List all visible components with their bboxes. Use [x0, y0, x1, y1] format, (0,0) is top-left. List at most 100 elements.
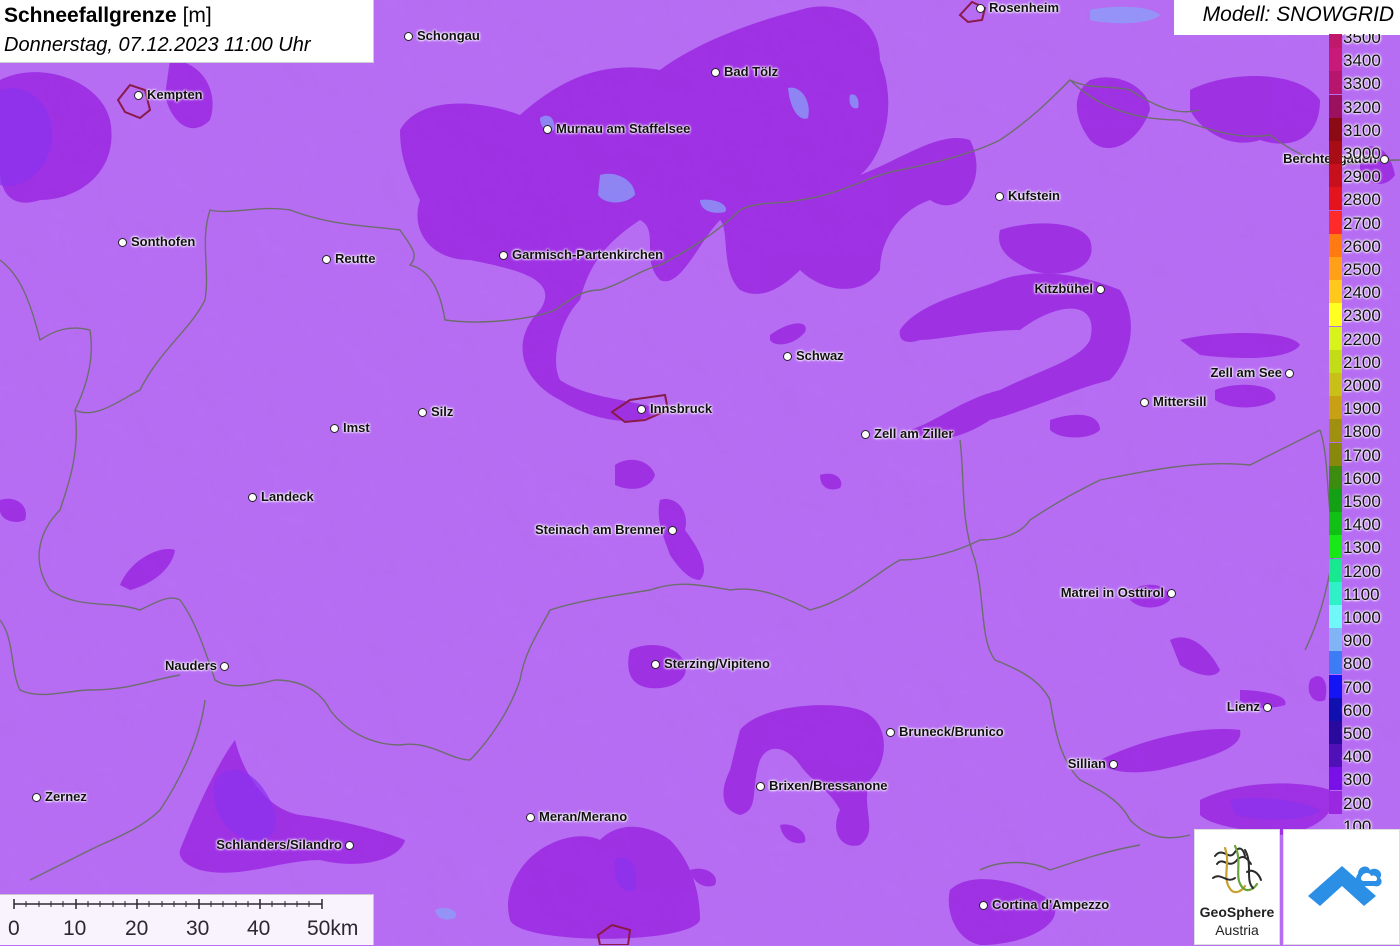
legend-label: 900: [1343, 631, 1372, 651]
legend-entry: 600: [1328, 697, 1400, 721]
legend-label: 3400: [1343, 51, 1381, 71]
legend-entry: 900: [1328, 628, 1400, 652]
scale-label-30: 30: [186, 917, 210, 940]
legend-entry: 2000: [1328, 373, 1400, 396]
legend-swatch: [1329, 535, 1342, 559]
legend-swatch: [1329, 94, 1342, 118]
legend-entry: 1400: [1328, 512, 1400, 536]
legend-entry: 1200: [1328, 558, 1400, 582]
legend-swatch: [1329, 373, 1342, 396]
legend-entry: 3500: [1328, 34, 1400, 48]
legend-entry: 1000: [1328, 605, 1400, 628]
legend-swatch: [1329, 674, 1342, 698]
legend-entry: 1500: [1328, 489, 1400, 512]
legend-entry: 3400: [1328, 48, 1400, 72]
legend-swatch: [1329, 164, 1342, 188]
legend-swatch: [1329, 767, 1342, 791]
legend-entry: 500: [1328, 721, 1400, 744]
legend-label: 3100: [1343, 120, 1381, 140]
legend-swatch: [1329, 48, 1342, 72]
legend-label: 3300: [1343, 74, 1381, 94]
legend-label: 1200: [1343, 561, 1381, 581]
scale-bar: 0 10 20 30 40 50km: [0, 894, 374, 945]
legend-swatch: [1329, 326, 1342, 350]
legend-label: 700: [1343, 677, 1372, 697]
legend-swatch: [1329, 581, 1342, 605]
legend-entry: 2800: [1328, 187, 1400, 211]
legend-swatch: [1329, 605, 1342, 628]
legend-entry: 1300: [1328, 535, 1400, 559]
legend-swatch: [1329, 257, 1342, 280]
legend-label: 2900: [1343, 167, 1381, 187]
legend-swatch: [1329, 628, 1342, 652]
legend-entry: 3200: [1328, 94, 1400, 118]
legend-entry: 1600: [1328, 465, 1400, 489]
legend-entry: 800: [1328, 651, 1400, 675]
scale-label-50km: 50km: [307, 917, 359, 940]
legend-label: 3500: [1343, 34, 1381, 47]
legend-entry: 2500: [1328, 257, 1400, 280]
geosphere-austria-logo[interactable]: GeoSphere Austria: [1194, 829, 1280, 945]
legend-swatch: [1329, 465, 1342, 489]
legend-swatch: [1329, 512, 1342, 536]
geosphere-logo-line1: GeoSphere: [1199, 904, 1275, 920]
legend-swatch: [1329, 233, 1342, 257]
legend-entry: 300: [1328, 767, 1400, 791]
legend-entry: 3000: [1328, 141, 1400, 164]
legend-entry: 2100: [1328, 349, 1400, 373]
geosphere-emblem-icon: [1212, 844, 1262, 894]
snowgrid-app-logo[interactable]: [1283, 829, 1400, 945]
legend-label: 300: [1343, 770, 1372, 790]
legend-entry: 1700: [1328, 442, 1400, 466]
legend-entry: 2400: [1328, 280, 1400, 304]
scale-label-20: 20: [125, 917, 149, 940]
legend-label: 1900: [1343, 399, 1381, 419]
legend-label: 2800: [1343, 190, 1381, 210]
snowfall-limit-map[interactable]: [0, 0, 1400, 945]
legend-swatch: [1329, 697, 1342, 721]
legend-swatch: [1329, 721, 1342, 744]
legend-swatch: [1329, 34, 1342, 48]
legend-swatch: [1329, 489, 1342, 512]
legend-label: 3200: [1343, 97, 1381, 117]
legend-swatch: [1329, 71, 1342, 95]
legend-label: 600: [1343, 700, 1372, 720]
legend-swatch: [1329, 141, 1342, 164]
legend-label: 2400: [1343, 283, 1381, 303]
legend-entry: 2300: [1328, 303, 1400, 327]
forecast-datetime: Donnerstag, 07.12.2023 11:00 Uhr: [4, 34, 311, 56]
mountain-cloud-icon: [1308, 866, 1382, 906]
legend-swatch: [1329, 303, 1342, 327]
legend-swatch: [1329, 396, 1342, 420]
legend-entry: 2600: [1328, 233, 1400, 257]
legend-label: 2600: [1343, 236, 1381, 256]
map-title: Schneefallgrenze [m]: [4, 2, 369, 30]
legend-label: 2100: [1343, 352, 1381, 372]
legend-label: 1600: [1343, 468, 1381, 488]
map-title-box: Schneefallgrenze [m] Donnerstag, 07.12.2…: [0, 0, 374, 63]
legend-label: 1800: [1343, 422, 1381, 442]
legend-entry: 200: [1328, 790, 1400, 814]
legend-swatch: [1329, 117, 1342, 141]
legend-swatch: [1329, 442, 1342, 466]
legend-entry: 3100: [1328, 117, 1400, 141]
legend-label: 2000: [1343, 376, 1381, 395]
legend-label: 1700: [1343, 445, 1381, 465]
legend-label: 2300: [1343, 306, 1381, 326]
parameter-unit: [m]: [182, 4, 212, 27]
legend-swatch: [1329, 558, 1342, 582]
geosphere-logo-line2: Austria: [1215, 922, 1259, 938]
legend-swatch: [1329, 349, 1342, 373]
legend-label: 500: [1343, 724, 1372, 743]
legend-swatch: [1329, 187, 1342, 211]
legend-entry: 400: [1328, 744, 1400, 768]
legend-swatch: [1329, 419, 1342, 443]
legend-entry: 1900: [1328, 396, 1400, 420]
legend-entry: 2700: [1328, 210, 1400, 234]
legend-swatch: [1329, 210, 1342, 234]
legend-label: 800: [1343, 654, 1372, 674]
legend-label: 2200: [1343, 329, 1381, 349]
legend-label: 2700: [1343, 213, 1381, 233]
legend-entry: 2900: [1328, 164, 1400, 188]
legend-swatch: [1329, 280, 1342, 304]
